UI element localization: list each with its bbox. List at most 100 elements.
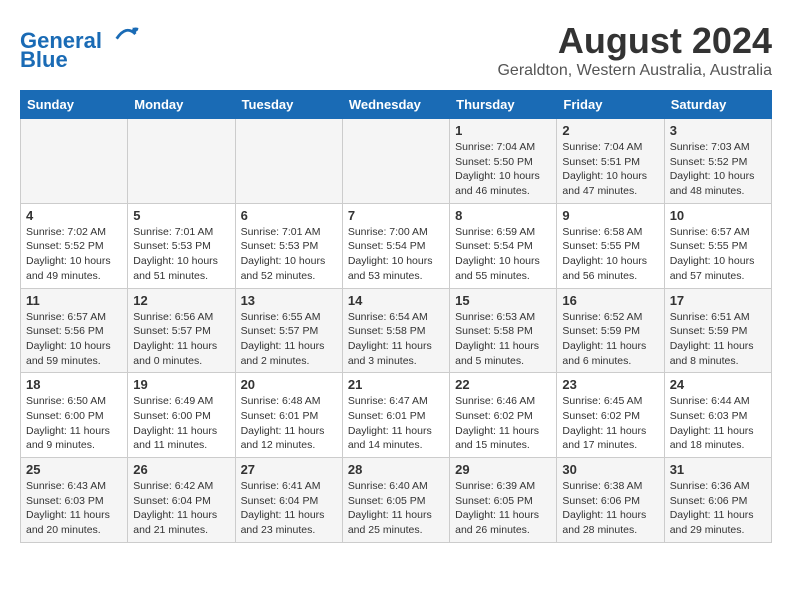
day-header-tuesday: Tuesday [235,91,342,119]
day-number: 20 [241,377,337,392]
calendar-cell: 4 Sunrise: 7:02 AM Sunset: 5:52 PM Daylig… [21,203,128,288]
calendar-cell: 27 Sunrise: 6:41 AM Sunset: 6:04 PM Dayli… [235,458,342,543]
day-info: Sunrise: 6:57 AM Sunset: 5:55 PM Dayligh… [670,225,766,284]
day-number: 17 [670,293,766,308]
calendar-table: SundayMondayTuesdayWednesdayThursdayFrid… [20,90,772,543]
day-number: 6 [241,208,337,223]
day-number: 31 [670,462,766,477]
day-number: 29 [455,462,551,477]
day-number: 4 [26,208,122,223]
day-number: 11 [26,293,122,308]
day-info: Sunrise: 6:48 AM Sunset: 6:01 PM Dayligh… [241,394,337,453]
day-info: Sunrise: 6:54 AM Sunset: 5:58 PM Dayligh… [348,310,444,369]
day-info: Sunrise: 6:45 AM Sunset: 6:02 PM Dayligh… [562,394,658,453]
day-info: Sunrise: 7:02 AM Sunset: 5:52 PM Dayligh… [26,225,122,284]
calendar-cell: 12Sunrise: 6:56 AM Sunset: 5:57 PM Dayli… [128,288,235,373]
day-info: Sunrise: 6:40 AM Sunset: 6:05 PM Dayligh… [348,479,444,538]
calendar-cell: 16Sunrise: 6:52 AM Sunset: 5:59 PM Dayli… [557,288,664,373]
day-info: Sunrise: 6:59 AM Sunset: 5:54 PM Dayligh… [455,225,551,284]
logo: General Blue [20,20,140,73]
location-subtitle: Geraldton, Western Australia, Australia [497,62,772,80]
calendar-cell: 19Sunrise: 6:49 AM Sunset: 6:00 PM Dayli… [128,373,235,458]
day-number: 10 [670,208,766,223]
day-number: 18 [26,377,122,392]
calendar-cell: 14 Sunrise: 6:54 AM Sunset: 5:58 PM Dayli… [342,288,449,373]
day-number: 26 [133,462,229,477]
day-info: Sunrise: 6:39 AM Sunset: 6:05 PM Dayligh… [455,479,551,538]
day-info: Sunrise: 6:44 AM Sunset: 6:03 PM Dayligh… [670,394,766,453]
calendar-cell: 28 Sunrise: 6:40 AM Sunset: 6:05 PM Dayli… [342,458,449,543]
calendar-cell: 29 Sunrise: 6:39 AM Sunset: 6:05 PM Dayli… [450,458,557,543]
calendar-cell: 31 Sunrise: 6:36 AM Sunset: 6:06 PM Dayli… [664,458,771,543]
calendar-cell: 24Sunrise: 6:44 AM Sunset: 6:03 PM Dayli… [664,373,771,458]
day-info: Sunrise: 6:36 AM Sunset: 6:06 PM Dayligh… [670,479,766,538]
calendar-cell: 30 Sunrise: 6:38 AM Sunset: 6:06 PM Dayli… [557,458,664,543]
calendar-cell: 23 Sunrise: 6:45 AM Sunset: 6:02 PM Dayli… [557,373,664,458]
day-number: 27 [241,462,337,477]
calendar-cell: 10 Sunrise: 6:57 AM Sunset: 5:55 PM Dayli… [664,203,771,288]
day-info: Sunrise: 7:04 AM Sunset: 5:51 PM Dayligh… [562,140,658,199]
day-number: 23 [562,377,658,392]
calendar-week-2: 4 Sunrise: 7:02 AM Sunset: 5:52 PM Daylig… [21,203,772,288]
day-info: Sunrise: 7:04 AM Sunset: 5:50 PM Dayligh… [455,140,551,199]
day-number: 28 [348,462,444,477]
calendar-cell: 17 Sunrise: 6:51 AM Sunset: 5:59 PM Dayli… [664,288,771,373]
day-number: 2 [562,123,658,138]
day-info: Sunrise: 6:56 AM Sunset: 5:57 PM Dayligh… [133,310,229,369]
day-info: Sunrise: 7:01 AM Sunset: 5:53 PM Dayligh… [133,225,229,284]
calendar-cell: 22 Sunrise: 6:46 AM Sunset: 6:02 PM Dayli… [450,373,557,458]
calendar-cell: 25 Sunrise: 6:43 AM Sunset: 6:03 PM Dayli… [21,458,128,543]
day-header-friday: Friday [557,91,664,119]
day-header-saturday: Saturday [664,91,771,119]
day-number: 22 [455,377,551,392]
day-info: Sunrise: 6:47 AM Sunset: 6:01 PM Dayligh… [348,394,444,453]
calendar-cell: 26Sunrise: 6:42 AM Sunset: 6:04 PM Dayli… [128,458,235,543]
calendar-week-4: 18 Sunrise: 6:50 AM Sunset: 6:00 PM Dayli… [21,373,772,458]
day-info: Sunrise: 7:03 AM Sunset: 5:52 PM Dayligh… [670,140,766,199]
day-info: Sunrise: 7:00 AM Sunset: 5:54 PM Dayligh… [348,225,444,284]
day-info: Sunrise: 6:58 AM Sunset: 5:55 PM Dayligh… [562,225,658,284]
calendar-cell: 11Sunrise: 6:57 AM Sunset: 5:56 PM Dayli… [21,288,128,373]
calendar-cell: 13 Sunrise: 6:55 AM Sunset: 5:57 PM Dayli… [235,288,342,373]
day-info: Sunrise: 6:38 AM Sunset: 6:06 PM Dayligh… [562,479,658,538]
day-number: 30 [562,462,658,477]
calendar-cell: 6 Sunrise: 7:01 AM Sunset: 5:53 PM Daylig… [235,203,342,288]
day-number: 1 [455,123,551,138]
day-number: 8 [455,208,551,223]
calendar-cell: 15Sunrise: 6:53 AM Sunset: 5:58 PM Dayli… [450,288,557,373]
day-number: 25 [26,462,122,477]
day-number: 14 [348,293,444,308]
day-header-sunday: Sunday [21,91,128,119]
day-number: 5 [133,208,229,223]
calendar-cell: 18 Sunrise: 6:50 AM Sunset: 6:00 PM Dayli… [21,373,128,458]
day-number: 16 [562,293,658,308]
day-header-monday: Monday [128,91,235,119]
logo-icon [112,20,140,48]
day-info: Sunrise: 6:43 AM Sunset: 6:03 PM Dayligh… [26,479,122,538]
day-info: Sunrise: 7:01 AM Sunset: 5:53 PM Dayligh… [241,225,337,284]
day-info: Sunrise: 6:46 AM Sunset: 6:02 PM Dayligh… [455,394,551,453]
day-number: 21 [348,377,444,392]
day-info: Sunrise: 6:41 AM Sunset: 6:04 PM Dayligh… [241,479,337,538]
day-header-thursday: Thursday [450,91,557,119]
day-info: Sunrise: 6:51 AM Sunset: 5:59 PM Dayligh… [670,310,766,369]
calendar-cell: 8 Sunrise: 6:59 AM Sunset: 5:54 PM Daylig… [450,203,557,288]
calendar-cell: 21 Sunrise: 6:47 AM Sunset: 6:01 PM Dayli… [342,373,449,458]
title-block: August 2024 Geraldton, Western Australia… [497,20,772,80]
calendar-cell: 2 Sunrise: 7:04 AM Sunset: 5:51 PM Daylig… [557,119,664,204]
day-number: 9 [562,208,658,223]
day-info: Sunrise: 6:55 AM Sunset: 5:57 PM Dayligh… [241,310,337,369]
day-info: Sunrise: 6:49 AM Sunset: 6:00 PM Dayligh… [133,394,229,453]
calendar-cell: 5 Sunrise: 7:01 AM Sunset: 5:53 PM Daylig… [128,203,235,288]
calendar-cell [342,119,449,204]
day-info: Sunrise: 6:50 AM Sunset: 6:00 PM Dayligh… [26,394,122,453]
calendar-cell: 1 Sunrise: 7:04 AM Sunset: 5:50 PM Daylig… [450,119,557,204]
calendar-cell: 7 Sunrise: 7:00 AM Sunset: 5:54 PM Daylig… [342,203,449,288]
calendar-week-3: 11Sunrise: 6:57 AM Sunset: 5:56 PM Dayli… [21,288,772,373]
calendar-cell: 20 Sunrise: 6:48 AM Sunset: 6:01 PM Dayli… [235,373,342,458]
day-number: 13 [241,293,337,308]
day-header-wednesday: Wednesday [342,91,449,119]
day-number: 15 [455,293,551,308]
calendar-cell: 9 Sunrise: 6:58 AM Sunset: 5:55 PM Daylig… [557,203,664,288]
day-number: 7 [348,208,444,223]
